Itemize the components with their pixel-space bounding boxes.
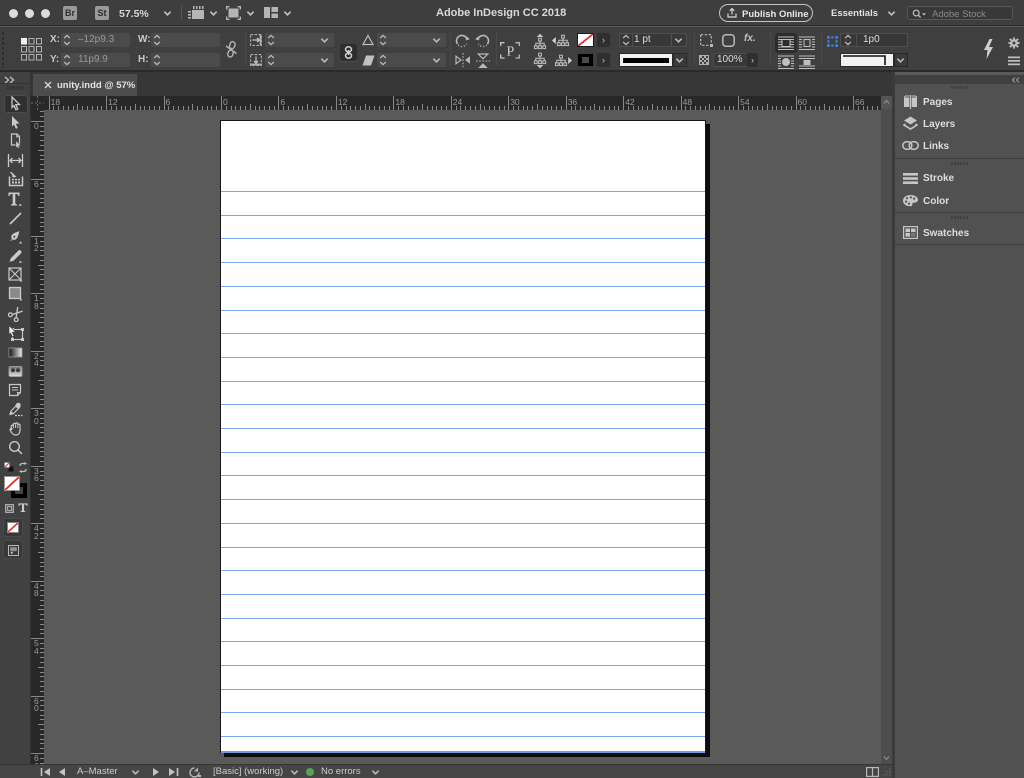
svg-text:P: P xyxy=(507,45,515,60)
